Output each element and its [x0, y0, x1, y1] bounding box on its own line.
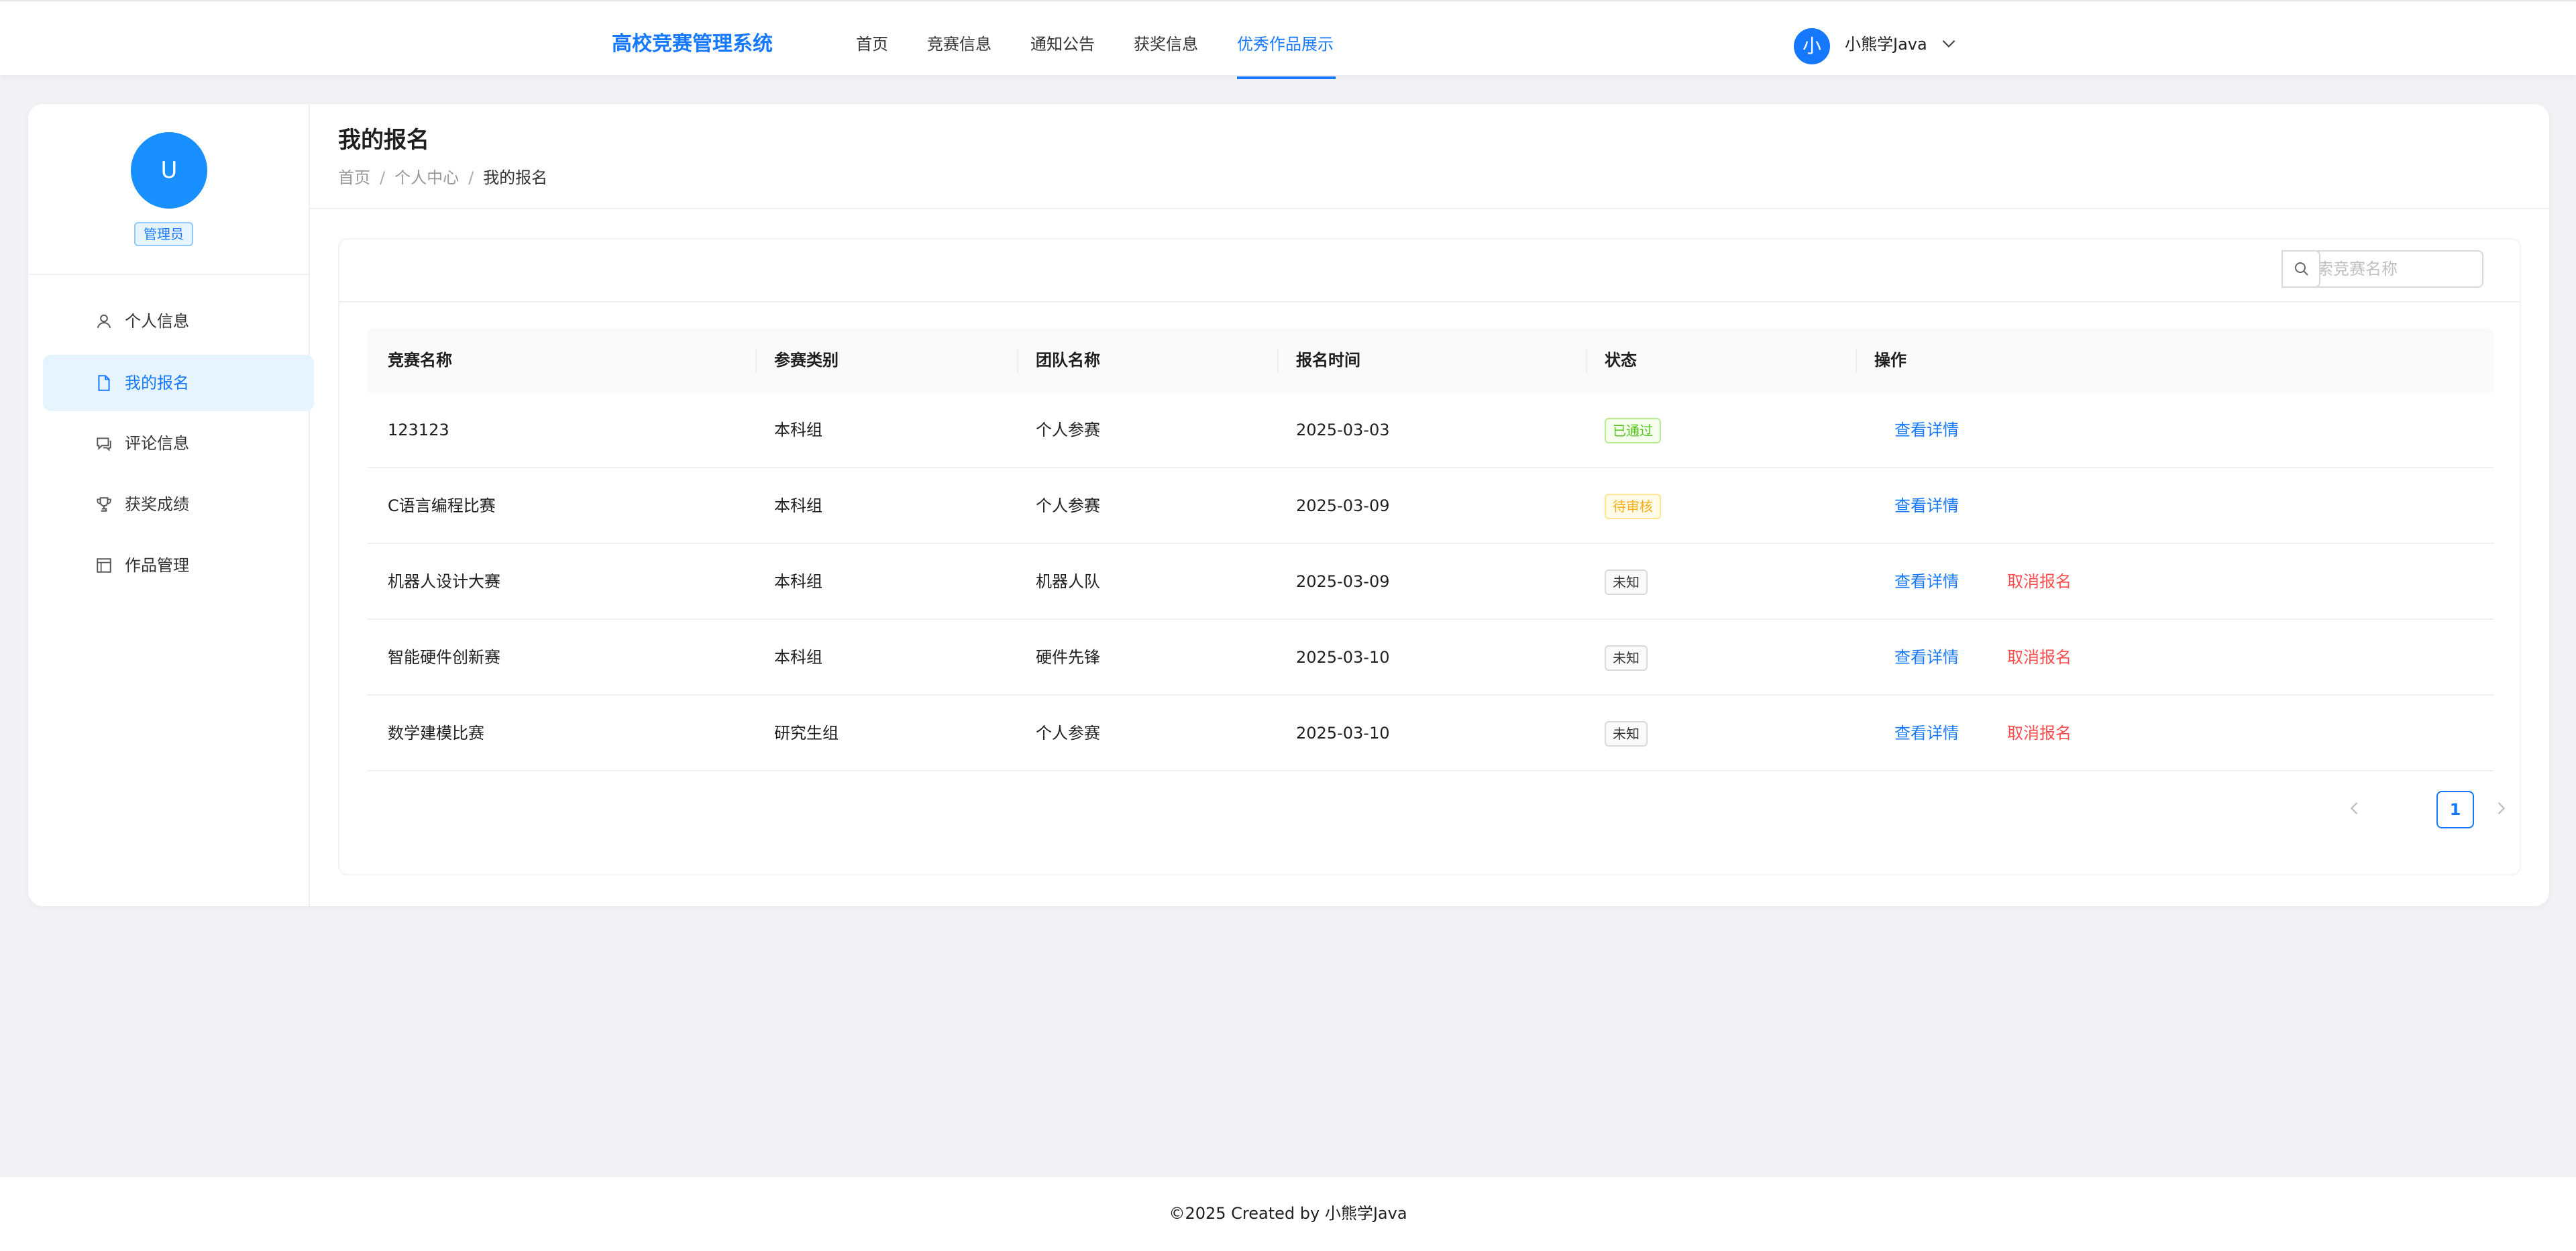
- sidebar-item-my-registrations[interactable]: 我的报名: [43, 355, 314, 411]
- cancel-registration-link[interactable]: 取消报名: [2007, 568, 2072, 595]
- cell-competition-name: 数学建模比赛: [388, 724, 484, 743]
- main-card: U 管理员 个人信息 我的报名 评论信息 获奖成绩 作品管理 我的报名 首页 /…: [28, 104, 2549, 906]
- user-name[interactable]: 小熊学Java: [1845, 32, 1927, 56]
- file-icon: [98, 375, 110, 391]
- column-header: 参赛类别: [774, 351, 839, 370]
- cell-category: 本科组: [774, 421, 822, 439]
- sidebar: U 管理员 个人信息 我的报名 评论信息 获奖成绩 作品管理: [28, 104, 314, 906]
- column-header: 状态: [1605, 351, 1637, 370]
- page-title: 我的报名: [338, 127, 429, 154]
- cell-team: 个人参赛: [1036, 496, 1100, 515]
- user-avatar[interactable]: 小: [1794, 28, 1830, 64]
- nav-item-notices[interactable]: 通知公告: [1030, 32, 1095, 56]
- status-badge: 待审核: [1605, 494, 1661, 519]
- footer-copyright: ©2025 Created by 小熊学Java: [1169, 1204, 1407, 1223]
- status-badge: 已通过: [1605, 418, 1661, 443]
- status-badge: 未知: [1605, 569, 1648, 595]
- view-details-link[interactable]: 查看详情: [1894, 644, 1959, 671]
- profile-avatar: U: [131, 132, 207, 209]
- column-header: 操作: [1874, 351, 1907, 370]
- column-separator: [1856, 348, 1857, 372]
- cell-date: 2025-03-09: [1296, 572, 1390, 591]
- sidebar-item-comments[interactable]: 评论信息: [43, 415, 314, 472]
- panel-divider: [339, 301, 2520, 303]
- cell-team: 个人参赛: [1036, 724, 1100, 743]
- table-header: 竞赛名称 参赛类别 团队名称 报名时间 状态 操作: [368, 328, 2494, 392]
- table-row: 123123 本科组 个人参赛 2025-03-03 已通过 查看详情: [368, 392, 2494, 468]
- footer: ©2025 Created by 小熊学Java: [0, 1177, 2576, 1251]
- pagination-next-icon[interactable]: [2491, 799, 2510, 818]
- registrations-panel: 竞赛名称 参赛类别 团队名称 报名时间 状态 操作 123123 本科组 个人参…: [338, 238, 2521, 875]
- view-details-link[interactable]: 查看详情: [1894, 492, 1959, 519]
- sidebar-divider: [28, 274, 310, 275]
- nav-item-competitions[interactable]: 竞赛信息: [927, 32, 991, 56]
- cell-team: 机器人队: [1036, 572, 1100, 591]
- pagination-prev-icon[interactable]: [2345, 799, 2364, 818]
- active-nav-indicator: [1237, 76, 1336, 79]
- cell-date: 2025-03-10: [1296, 648, 1390, 667]
- cell-competition-name: 123123: [388, 421, 449, 439]
- sidebar-item-profile[interactable]: 个人信息: [43, 293, 314, 349]
- cell-category: 本科组: [774, 648, 822, 667]
- table-row: 机器人设计大赛 本科组 机器人队 2025-03-09 未知 查看详情 取消报名: [368, 544, 2494, 620]
- sidebar-item-awards[interactable]: 获奖成绩: [43, 476, 314, 533]
- view-details-link[interactable]: 查看详情: [1894, 720, 1959, 747]
- cancel-registration-link[interactable]: 取消报名: [2007, 644, 2072, 671]
- cell-competition-name: 机器人设计大赛: [388, 572, 500, 591]
- cell-date: 2025-03-03: [1296, 421, 1390, 439]
- breadcrumb-home[interactable]: 首页: [338, 168, 370, 187]
- cell-team: 硬件先锋: [1036, 648, 1100, 667]
- column-separator: [1017, 348, 1018, 372]
- sidebar-item-label: 我的报名: [125, 374, 189, 392]
- cancel-registration-link[interactable]: 取消报名: [2007, 720, 2072, 747]
- table-row: C语言编程比赛 本科组 个人参赛 2025-03-09 待审核 查看详情: [368, 468, 2494, 544]
- breadcrumb-personal-center[interactable]: 个人中心: [394, 168, 459, 187]
- cell-category: 本科组: [774, 496, 822, 515]
- cell-date: 2025-03-10: [1296, 724, 1390, 743]
- sidebar-item-label: 个人信息: [125, 312, 189, 331]
- search-icon: [2295, 262, 2308, 276]
- cell-category: 研究生组: [774, 724, 839, 743]
- cell-team: 个人参赛: [1036, 421, 1100, 439]
- content-divider: [310, 208, 2549, 209]
- sidebar-item-label: 获奖成绩: [125, 495, 189, 514]
- top-header: 高校竞赛管理系统 首页 竞赛信息 通知公告 获奖信息 优秀作品展示 小 小熊学J…: [0, 0, 2576, 75]
- sidebar-item-label: 评论信息: [125, 434, 189, 453]
- brand-title[interactable]: 高校竞赛管理系统: [612, 31, 773, 58]
- column-separator: [1277, 348, 1279, 372]
- column-header: 团队名称: [1036, 351, 1100, 370]
- cell-competition-name: C语言编程比赛: [388, 496, 496, 515]
- column-separator: [755, 348, 757, 372]
- nav-item-awards[interactable]: 获奖信息: [1134, 32, 1198, 56]
- chevron-down-icon[interactable]: [1940, 35, 1957, 52]
- sidebar-item-works[interactable]: 作品管理: [43, 537, 314, 594]
- comment-icon: [97, 437, 111, 451]
- cell-date: 2025-03-09: [1296, 496, 1390, 515]
- breadcrumb: 首页 / 个人中心 / 我的报名: [338, 168, 548, 187]
- column-header: 竞赛名称: [388, 351, 452, 370]
- view-details-link[interactable]: 查看详情: [1894, 417, 1959, 443]
- pagination-page-current[interactable]: 1: [2436, 791, 2474, 828]
- breadcrumb-current: 我的报名: [483, 168, 548, 187]
- column-separator: [1586, 348, 1587, 372]
- status-badge: 未知: [1605, 645, 1648, 671]
- role-badge: 管理员: [134, 222, 193, 246]
- table-row: 数学建模比赛 研究生组 个人参赛 2025-03-10 未知 查看详情 取消报名: [368, 696, 2494, 771]
- nav-item-home[interactable]: 首页: [856, 32, 888, 56]
- trophy-icon: [97, 497, 111, 512]
- cell-competition-name: 智能硬件创新赛: [388, 648, 500, 667]
- table-row: 智能硬件创新赛 本科组 硬件先锋 2025-03-10 未知 查看详情 取消报名: [368, 620, 2494, 696]
- nav-item-showcase[interactable]: 优秀作品展示: [1237, 32, 1334, 56]
- status-badge: 未知: [1605, 721, 1648, 747]
- cell-category: 本科组: [774, 572, 822, 591]
- sidebar-item-label: 作品管理: [125, 556, 189, 575]
- search-button[interactable]: [2282, 250, 2320, 288]
- view-details-link[interactable]: 查看详情: [1894, 568, 1959, 595]
- user-icon: [97, 314, 111, 329]
- column-header: 报名时间: [1296, 351, 1360, 370]
- works-icon: [97, 558, 111, 573]
